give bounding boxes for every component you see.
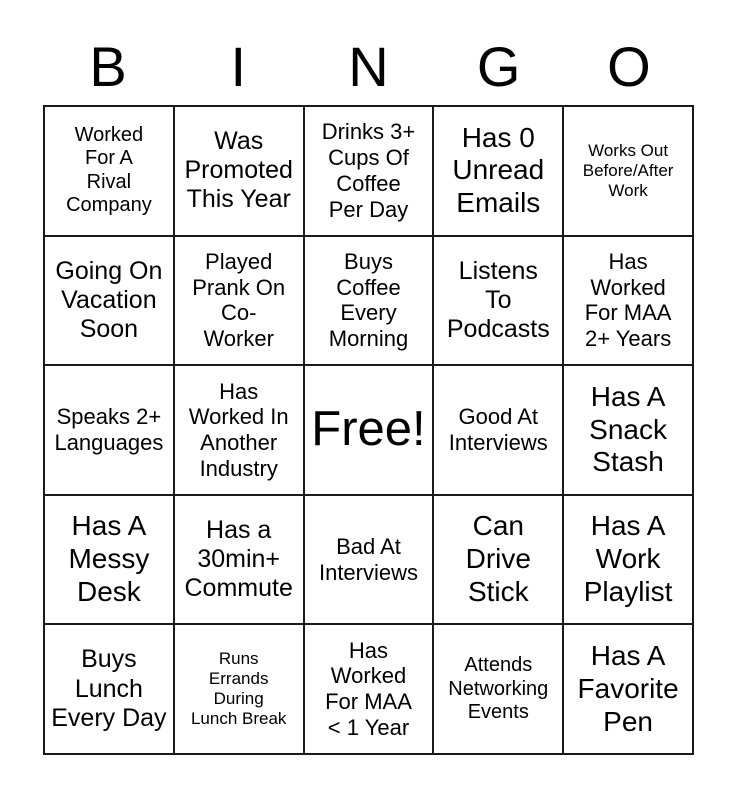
bingo-cell-label: Can Drive Stick <box>465 510 531 607</box>
bingo-cell-label: Buys Lunch Every Day <box>51 645 167 732</box>
bingo-header: BINGO <box>43 28 694 105</box>
bingo-cell-r1c2[interactable]: Was Promoted This Year <box>174 107 305 237</box>
bingo-cell-label: Has A Messy Desk <box>68 510 150 607</box>
bingo-cell-r4c2[interactable]: Has a 30min+ Commute <box>174 495 305 626</box>
bingo-cell-label: Speaks 2+ Languages <box>54 404 164 455</box>
bingo-cell-r3c1[interactable]: Speaks 2+ Languages <box>45 366 175 496</box>
bingo-cell-label: Has A Favorite Pen <box>577 640 679 737</box>
bingo-cell-r1c3[interactable]: Drinks 3+ Cups Of Coffee Per Day <box>304 107 435 237</box>
bingo-cell-label: Has Worked For MAA < 1 Year <box>325 637 412 740</box>
bingo-cell-r5c4[interactable]: Attends Networking Events <box>434 625 565 755</box>
bingo-cell-label: Worked For A Rival Company <box>66 124 152 217</box>
bingo-cell-r2c5[interactable]: Has Worked For MAA 2+ Years <box>564 236 694 367</box>
bingo-cell-label: Bad At Interviews <box>318 533 419 585</box>
bingo-header-letter-b: B <box>89 34 127 98</box>
bingo-header-letter-n: N <box>348 34 389 98</box>
bingo-cell-label: Good At Interviews <box>448 404 548 455</box>
bingo-cell-label: Has a 30min+ Commute <box>184 515 293 603</box>
bingo-cell-r2c2[interactable]: Played Prank On Co- Worker <box>174 236 305 367</box>
bingo-cell-label: Works Out Before/After Work <box>582 140 674 200</box>
bingo-cell-label: Listens To Podcasts <box>446 256 550 344</box>
bingo-cell-r4c4[interactable]: Can Drive Stick <box>434 495 565 626</box>
bingo-cell-r5c1[interactable]: Buys Lunch Every Day <box>45 625 175 755</box>
bingo-cell-r2c4[interactable]: Listens To Podcasts <box>434 236 565 367</box>
bingo-cell-label: Going On Vacation Soon <box>55 256 163 344</box>
bingo-cell-r5c2[interactable]: Runs Errands During Lunch Break <box>174 625 305 755</box>
bingo-cell-label: Attends Networking Events <box>448 654 549 723</box>
bingo-cell-r4c5[interactable]: Has A Work Playlist <box>564 495 694 626</box>
bingo-cell-r4c3[interactable]: Bad At Interviews <box>304 495 435 626</box>
bingo-cell-r1c1[interactable]: Worked For A Rival Company <box>45 107 175 237</box>
bingo-cell-label: Has Worked In Another Industry <box>188 378 289 481</box>
bingo-header-letter-o: O <box>607 34 651 98</box>
bingo-cell-r2c3[interactable]: Buys Coffee Every Morning <box>304 236 435 367</box>
bingo-cell-r3c2[interactable]: Has Worked In Another Industry <box>174 366 305 496</box>
bingo-cell-r1c5[interactable]: Works Out Before/After Work <box>564 107 694 237</box>
bingo-cell-r5c5[interactable]: Has A Favorite Pen <box>564 625 694 755</box>
bingo-cell-label: Has A Work Playlist <box>583 510 673 607</box>
bingo-cell-label: Drinks 3+ Cups Of Coffee Per Day <box>321 119 416 222</box>
bingo-cell-label: Has 0 Unread Emails <box>452 121 545 219</box>
bingo-cell-r5c3[interactable]: Has Worked For MAA < 1 Year <box>304 625 435 755</box>
bingo-grid: Worked For A Rival Company Was Promoted T… <box>43 105 694 755</box>
bingo-cell-label: Has A Snack Stash <box>589 380 667 478</box>
bingo-cell-r3c3[interactable]: Free! <box>304 366 435 496</box>
bingo-cell-label: Was Promoted This Year <box>184 126 293 214</box>
bingo-cell-label: Free! <box>311 402 426 457</box>
bingo-cell-label: Played Prank On Co- Worker <box>192 248 286 352</box>
bingo-cell-label: Runs Errands During Lunch Break <box>190 649 287 729</box>
bingo-cell-r2c1[interactable]: Going On Vacation Soon <box>45 236 175 367</box>
bingo-cell-r4c1[interactable]: Has A Messy Desk <box>45 495 175 626</box>
bingo-header-letter-g: G <box>476 34 521 98</box>
bingo-cell-r3c5[interactable]: Has A Snack Stash <box>564 366 694 496</box>
bingo-cell-label: Buys Coffee Every Morning <box>328 248 409 352</box>
bingo-header-letter-i: I <box>230 34 247 98</box>
bingo-card: B I N G O Worked For A Rival Company Was Prom… <box>0 0 736 800</box>
bingo-cell-r1c4[interactable]: Has 0 Unread Emails <box>434 107 565 237</box>
bingo-cell-label: Has Worked For MAA 2+ Years <box>584 248 672 352</box>
bingo-cell-r3c4[interactable]: Good At Interviews <box>434 366 565 496</box>
